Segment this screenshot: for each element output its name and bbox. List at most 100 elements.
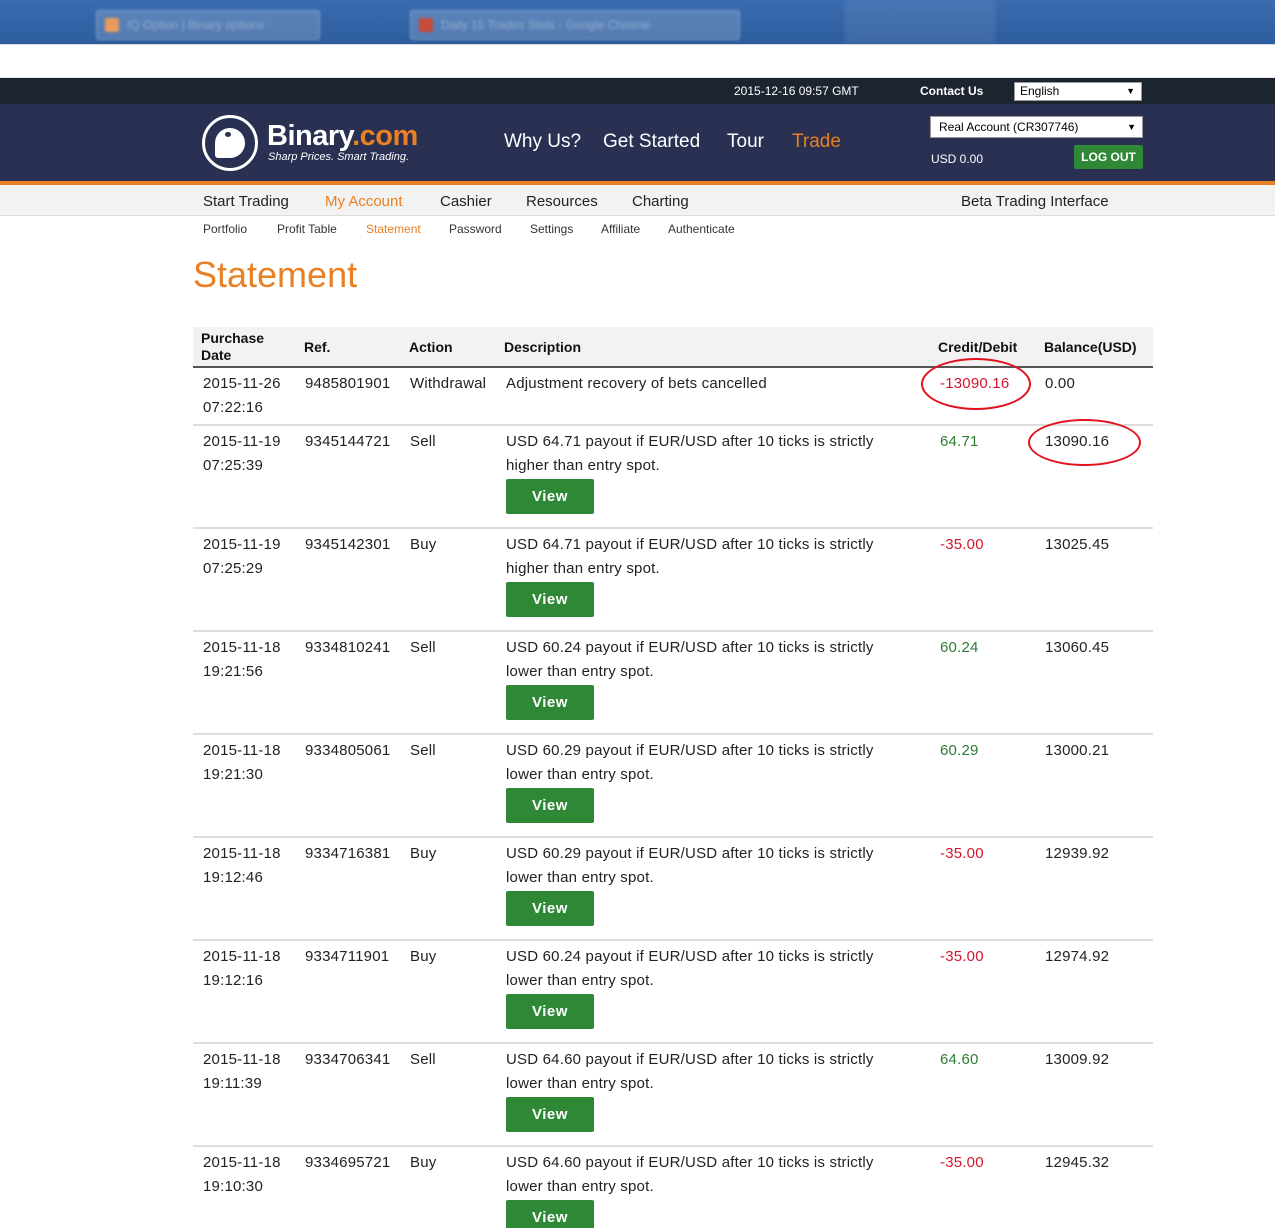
taskbar-tab-1[interactable]: IQ Option | Binary options xyxy=(96,10,320,40)
purchase-date: 2015-11-26 xyxy=(203,375,281,392)
menu-charting[interactable]: Charting xyxy=(632,193,689,210)
nav-get-started[interactable]: Get Started xyxy=(603,131,700,153)
submenu-settings[interactable]: Settings xyxy=(530,222,573,236)
brand-tagline: Sharp Prices. Smart Trading. xyxy=(268,151,410,163)
taskbar-tab-label: Daily 15 Trades Stats - Google Chrome xyxy=(441,18,651,32)
app-icon xyxy=(419,18,433,32)
menu-resources[interactable]: Resources xyxy=(526,193,598,210)
purchase-date: 2015-11-19 xyxy=(203,433,281,450)
app-icon xyxy=(105,18,119,32)
logout-button[interactable]: LOG OUT xyxy=(1074,145,1143,169)
server-time: 2015-12-16 09:57 GMT xyxy=(734,84,859,98)
table-row: 2015-11-18 19:12:46 9334716381 Buy USD 60.29… xyxy=(193,838,1153,941)
menu-my-account[interactable]: My Account xyxy=(325,193,403,210)
purchase-time: 19:12:16 xyxy=(203,972,263,989)
ref-number: 9334805061 xyxy=(305,742,391,759)
brand-suffix: .com xyxy=(352,120,418,152)
description-line: USD 64.60 payout if EUR/USD after 10 tic… xyxy=(506,1154,874,1171)
col-purchase-date: Purchase Date xyxy=(201,330,264,364)
submenu-authenticate[interactable]: Authenticate xyxy=(668,222,735,236)
ref-number: 9345142301 xyxy=(305,536,391,553)
ref-number: 9334695721 xyxy=(305,1154,391,1171)
balance-value: 12939.92 xyxy=(1045,845,1110,862)
language-value: English xyxy=(1020,84,1060,98)
annotation-circle-balance xyxy=(1028,419,1141,466)
credit-debit-value: -35.00 xyxy=(940,948,984,965)
action-type: Buy xyxy=(410,536,437,553)
view-button[interactable]: View xyxy=(506,479,594,514)
view-button[interactable]: View xyxy=(506,1200,594,1228)
menu-start-trading[interactable]: Start Trading xyxy=(203,193,289,210)
contact-us-link[interactable]: Contact Us xyxy=(920,84,983,98)
annotation-circle-credit xyxy=(921,358,1031,410)
col-balance: Balance(USD) xyxy=(1044,339,1137,355)
submenu-statement[interactable]: Statement xyxy=(366,222,421,236)
ref-number: 9334716381 xyxy=(305,845,391,862)
nav-trade[interactable]: Trade xyxy=(792,131,841,153)
credit-debit-value: 60.24 xyxy=(940,639,979,656)
os-taskbar: IQ Option | Binary options Daily 15 Trad… xyxy=(0,0,1275,44)
view-button[interactable]: View xyxy=(506,994,594,1029)
col-header-line: Date xyxy=(201,347,232,363)
description-line: lower than entry spot. xyxy=(506,869,654,886)
purchase-date: 2015-11-18 xyxy=(203,1051,281,1068)
purchase-date: 2015-11-18 xyxy=(203,948,281,965)
purchase-time: 07:25:29 xyxy=(203,560,263,577)
main-menu: Start Trading My Account Cashier Resourc… xyxy=(0,185,1275,216)
col-ref: Ref. xyxy=(304,339,331,355)
description-line: Adjustment recovery of bets cancelled xyxy=(506,375,767,392)
action-type: Sell xyxy=(410,742,436,759)
balance-value: 0.00 xyxy=(1045,375,1075,392)
menu-cashier[interactable]: Cashier xyxy=(440,193,492,210)
purchase-time: 19:11:39 xyxy=(203,1075,262,1092)
account-value: Real Account (CR307746) xyxy=(939,120,1079,134)
purchase-date: 2015-11-18 xyxy=(203,1154,281,1171)
view-button[interactable]: View xyxy=(506,582,594,617)
col-header-line: Purchase xyxy=(201,330,265,346)
submenu-profit-table[interactable]: Profit Table xyxy=(277,222,337,236)
submenu-password[interactable]: Password xyxy=(449,222,502,236)
balance-value: 12974.92 xyxy=(1045,948,1110,965)
balance-value: 13000.21 xyxy=(1045,742,1110,759)
brand-name[interactable]: Binary.com xyxy=(267,120,418,153)
menu-beta-trading[interactable]: Beta Trading Interface xyxy=(961,193,1109,210)
description-line: USD 60.29 payout if EUR/USD after 10 tic… xyxy=(506,845,874,862)
nav-why-us[interactable]: Why Us? xyxy=(504,131,581,153)
view-button[interactable]: View xyxy=(506,1097,594,1132)
description-line: lower than entry spot. xyxy=(506,766,654,783)
credit-debit-value: 64.71 xyxy=(940,433,979,450)
balance-value: 12945.32 xyxy=(1045,1154,1110,1171)
purchase-time: 19:10:30 xyxy=(203,1178,263,1195)
taskbar-tab-2[interactable]: Daily 15 Trades Stats - Google Chrome xyxy=(410,10,740,40)
view-button[interactable]: View xyxy=(506,788,594,823)
action-type: Sell xyxy=(410,1051,436,1068)
nav-tour[interactable]: Tour xyxy=(727,131,764,153)
submenu-portfolio[interactable]: Portfolio xyxy=(203,222,247,236)
table-row: 2015-11-18 19:11:39 9334706341 Sell USD 64.6… xyxy=(193,1044,1153,1147)
bull-logo-icon[interactable] xyxy=(202,115,258,171)
view-button[interactable]: View xyxy=(506,685,594,720)
language-select[interactable]: English ▼ xyxy=(1014,82,1142,101)
table-row: 2015-11-19 07:25:29 9345142301 Buy USD 64.71… xyxy=(193,529,1153,632)
chevron-down-icon: ▼ xyxy=(1127,122,1136,132)
credit-debit-value: -35.00 xyxy=(940,536,984,553)
view-button[interactable]: View xyxy=(506,891,594,926)
credit-debit-value: 64.60 xyxy=(940,1051,979,1068)
ref-number: 9334706341 xyxy=(305,1051,391,1068)
action-type: Sell xyxy=(410,639,436,656)
taskbar-tab-label: IQ Option | Binary options xyxy=(127,18,265,32)
submenu-affiliate[interactable]: Affiliate xyxy=(601,222,640,236)
table-row: 2015-11-18 19:12:16 9334711901 Buy USD 60.24… xyxy=(193,941,1153,1044)
description-line: USD 60.24 payout if EUR/USD after 10 tic… xyxy=(506,948,874,965)
credit-debit-value: -35.00 xyxy=(940,845,984,862)
chevron-down-icon: ▼ xyxy=(1126,86,1135,96)
purchase-time: 07:25:39 xyxy=(203,457,263,474)
description-line: higher than entry spot. xyxy=(506,560,660,577)
ref-number: 9334810241 xyxy=(305,639,391,656)
account-select[interactable]: Real Account (CR307746) ▼ xyxy=(930,116,1143,138)
purchase-time: 19:12:46 xyxy=(203,869,263,886)
purchase-date: 2015-11-18 xyxy=(203,639,281,656)
taskbar-tray xyxy=(845,0,995,44)
purchase-time: 07:22:16 xyxy=(203,399,263,416)
purchase-date: 2015-11-18 xyxy=(203,742,281,759)
